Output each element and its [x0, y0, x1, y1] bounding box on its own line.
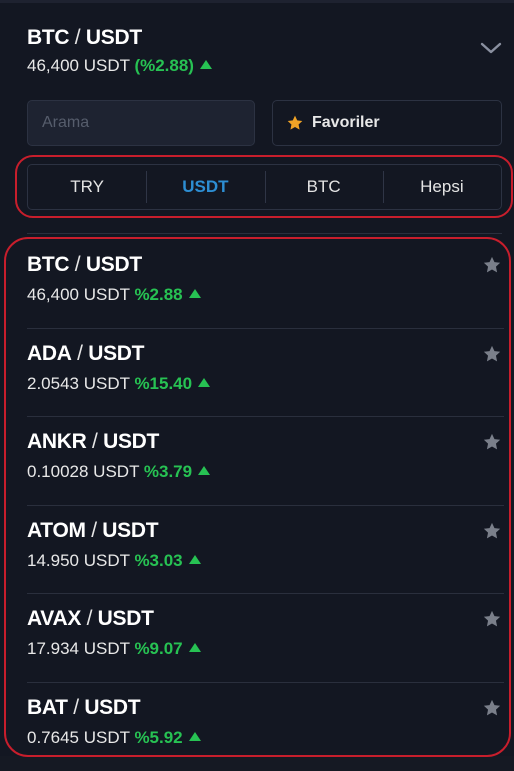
selected-pair-price-line: 46,400 USDT (%2.88) [27, 56, 497, 76]
divider [27, 233, 502, 234]
star-icon [286, 114, 304, 132]
tab-hepsi[interactable]: Hepsi [383, 165, 501, 209]
list-item[interactable]: ANKR / USDT 0.10028 USDT %3.79 [27, 417, 504, 506]
pair-name: BTC / USDT [27, 252, 142, 278]
list-item[interactable]: ADA / USDT 2.0543 USDT %15.40 [27, 329, 504, 418]
pair-price: 2.0543 USDT [27, 374, 130, 393]
pair-change: %15.40 [134, 374, 192, 393]
pair-price-line: 17.934 USDT %9.07 [27, 639, 201, 659]
pair-quote: USDT [103, 430, 159, 453]
pair-change: %9.07 [134, 639, 182, 658]
pair-price-line: 0.7645 USDT %5.92 [27, 728, 201, 748]
quote-tabs: TRY USDT BTC Hepsi [27, 164, 502, 210]
tab-usdt[interactable]: USDT [146, 165, 264, 209]
pair-separator: / [81, 607, 98, 630]
star-icon[interactable] [482, 521, 502, 541]
triangle-up-icon [200, 60, 212, 69]
star-icon[interactable] [482, 432, 502, 452]
selected-pair-base: BTC [27, 26, 69, 49]
pair-quote: USDT [84, 696, 140, 719]
pair-base: ANKR [27, 430, 86, 453]
selected-pair-separator: / [69, 26, 86, 49]
star-icon[interactable] [482, 698, 502, 718]
market-panel: BTC / USDT 46,400 USDT (%2.88) Favoriler… [0, 0, 514, 756]
selected-pair-header[interactable]: BTC / USDT 46,400 USDT (%2.88) [27, 25, 497, 76]
triangle-up-icon [189, 289, 201, 298]
triangle-up-icon [189, 555, 201, 564]
pair-price: 17.934 USDT [27, 639, 130, 658]
pair-price: 14.950 USDT [27, 551, 130, 570]
pair-price-line: 46,400 USDT %2.88 [27, 285, 201, 305]
triangle-up-icon [198, 466, 210, 475]
favorites-button[interactable]: Favoriler [272, 100, 502, 146]
pair-price-line: 2.0543 USDT %15.40 [27, 374, 210, 394]
list-item[interactable]: AVAX / USDT 17.934 USDT %9.07 [27, 594, 504, 683]
pair-base: BTC [27, 253, 69, 276]
pair-name: ANKR / USDT [27, 429, 159, 455]
pair-separator: / [69, 253, 86, 276]
pair-separator: / [72, 342, 89, 365]
triangle-up-icon [189, 732, 201, 741]
panel-top-edge [0, 0, 514, 3]
pair-price: 0.7645 USDT [27, 728, 130, 747]
pair-change: %3.03 [134, 551, 182, 570]
pair-quote: USDT [98, 607, 154, 630]
triangle-up-icon [198, 378, 210, 387]
pair-quote: USDT [88, 342, 144, 365]
list-item[interactable]: BTC / USDT 46,400 USDT %2.88 [27, 240, 504, 329]
pair-price: 0.10028 USDT [27, 462, 139, 481]
pair-change: %5.92 [134, 728, 182, 747]
pair-separator: / [86, 519, 103, 542]
favorites-label: Favoriler [312, 114, 380, 132]
star-icon[interactable] [482, 255, 502, 275]
tab-try[interactable]: TRY [28, 165, 146, 209]
pair-name: AVAX / USDT [27, 606, 154, 632]
pair-base: BAT [27, 696, 68, 719]
pair-price: 46,400 USDT [27, 285, 130, 304]
triangle-up-icon [189, 643, 201, 652]
selected-pair-change: (%2.88) [134, 56, 194, 75]
pair-base: ADA [27, 342, 72, 365]
pair-name: ADA / USDT [27, 341, 144, 367]
list-item[interactable]: BAT / USDT 0.7645 USDT %5.92 [27, 683, 504, 771]
pair-quote: USDT [86, 253, 142, 276]
pair-name: BAT / USDT [27, 695, 140, 721]
selected-pair-price: 46,400 USDT [27, 56, 130, 75]
pair-price-line: 0.10028 USDT %3.79 [27, 462, 210, 482]
pair-price-line: 14.950 USDT %3.03 [27, 551, 201, 571]
pair-separator: / [68, 696, 85, 719]
pair-change: %3.79 [144, 462, 192, 481]
star-icon[interactable] [482, 609, 502, 629]
pair-quote: USDT [102, 519, 158, 542]
chevron-down-icon[interactable] [480, 40, 502, 56]
selected-pair-title: BTC / USDT [27, 25, 497, 51]
pair-base: ATOM [27, 519, 86, 542]
pair-list: BTC / USDT 46,400 USDT %2.88 ADA / USDT … [27, 240, 504, 771]
star-icon[interactable] [482, 344, 502, 364]
list-item[interactable]: ATOM / USDT 14.950 USDT %3.03 [27, 506, 504, 595]
selected-pair-quote: USDT [86, 26, 142, 49]
tab-btc[interactable]: BTC [265, 165, 383, 209]
search-input[interactable] [27, 100, 255, 146]
pair-base: AVAX [27, 607, 81, 630]
pair-name: ATOM / USDT [27, 518, 158, 544]
pair-change: %2.88 [134, 285, 182, 304]
pair-separator: / [86, 430, 103, 453]
